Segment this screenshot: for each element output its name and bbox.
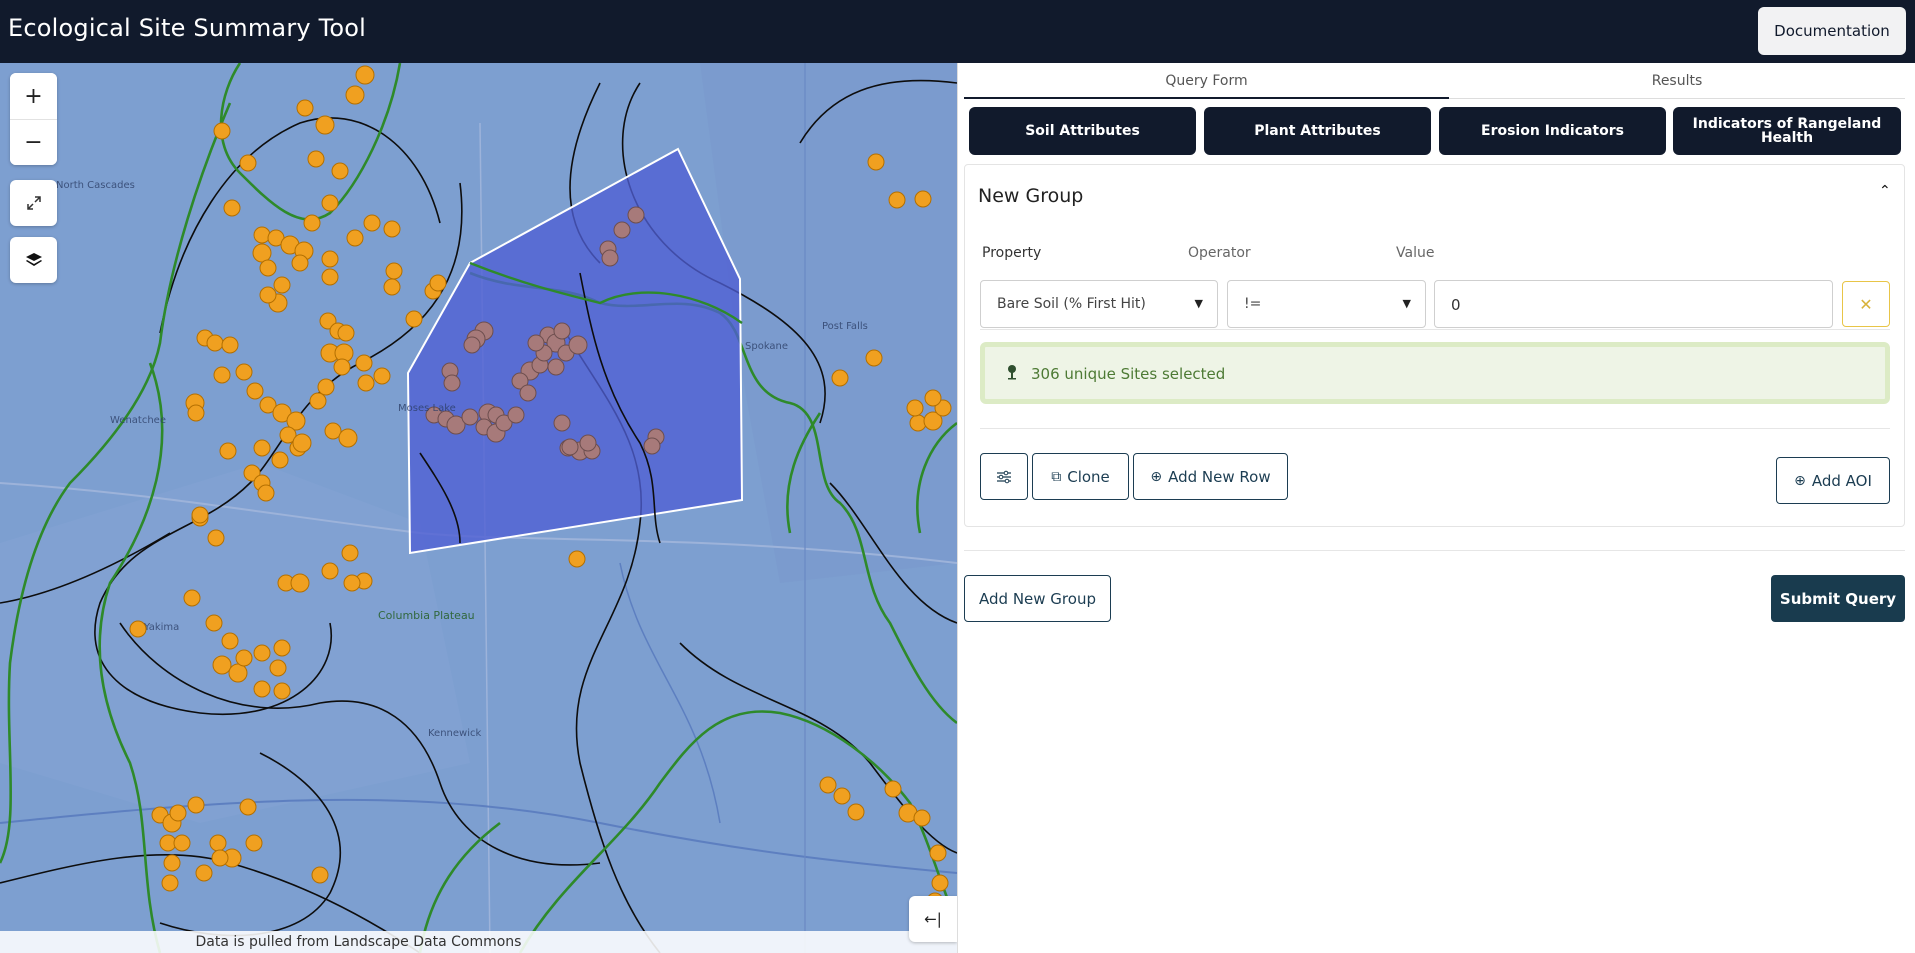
rangeland-health-button[interactable]: Indicators of Rangeland Health: [1673, 107, 1901, 155]
add-new-group-button[interactable]: Add New Group: [964, 575, 1111, 622]
soil-attributes-button[interactable]: Soil Attributes: [969, 107, 1196, 155]
plus-circle-icon: ⊕: [1794, 472, 1806, 489]
collapse-icon: ←|: [924, 910, 942, 928]
close-icon: ✕: [1859, 294, 1873, 314]
chevron-up-icon[interactable]: ⌃: [1879, 183, 1891, 199]
map-label-spokane: Spokane: [745, 341, 789, 352]
caret-down-icon: ▼: [1402, 297, 1411, 310]
app-title: Ecological Site Summary Tool: [8, 14, 367, 42]
remove-row-button[interactable]: ✕: [1842, 281, 1890, 327]
caret-down-icon: ▼: [1194, 297, 1203, 310]
value-input[interactable]: 0: [1434, 280, 1833, 328]
add-aoi-label: Add AOI: [1811, 471, 1872, 490]
property-label: Property: [982, 245, 1042, 261]
panel-tabs: Query Form Results: [964, 63, 1905, 99]
clone-label: Clone: [1067, 467, 1110, 486]
map-canvas[interactable]: [0, 63, 957, 953]
sliders-icon: [997, 470, 1011, 483]
value-input-text: 0: [1451, 296, 1461, 314]
value-label: Value: [1396, 245, 1435, 261]
plus-circle-icon: ⊕: [1150, 468, 1163, 485]
add-new-row-button[interactable]: ⊕ Add New Row: [1133, 453, 1288, 500]
header-bar: Ecological Site Summary Tool Documentati…: [0, 0, 1915, 63]
operator-select-value: !=: [1244, 296, 1262, 312]
collapse-panel-button[interactable]: ←|: [909, 896, 957, 942]
map-label-north-cascades: North Cascades: [56, 180, 135, 191]
map-label-yakima: Yakima: [144, 622, 180, 633]
map-label-columbia-plateau: Columbia Plateau: [378, 609, 475, 622]
expand-icon: [26, 196, 41, 210]
app-root: Ecological Site Summary Tool Documentati…: [0, 0, 1915, 953]
form-divider: [964, 550, 1905, 551]
map-attribution: Data is pulled from Landscape Data Commo…: [0, 931, 957, 953]
query-group-card: New Group ⌃ Property Operator Value Bare…: [964, 164, 1905, 527]
tab-query-form[interactable]: Query Form: [964, 63, 1449, 99]
query-panel: Query Form Results Soil Attributes Plant…: [957, 63, 1915, 953]
property-select-value: Bare Soil (% First Hit): [997, 296, 1146, 312]
map-label-post-falls: Post Falls: [822, 321, 868, 332]
documentation-button[interactable]: Documentation: [1758, 7, 1906, 55]
clone-button[interactable]: ⧉ Clone: [1032, 453, 1129, 500]
actions-divider: [980, 428, 1890, 429]
operator-select[interactable]: != ▼: [1227, 280, 1426, 328]
add-new-row-label: Add New Row: [1168, 467, 1271, 486]
map-label-kennewick: Kennewick: [428, 728, 482, 739]
add-new-group-label: Add New Group: [979, 589, 1096, 608]
operator-label: Operator: [1188, 245, 1251, 261]
selection-count-text: 306 unique Sites selected: [1031, 365, 1226, 383]
map-pin-icon: [1007, 364, 1017, 384]
map-label-wenatchee: Wenatchee: [110, 415, 166, 426]
map-view[interactable]: North Cascades Wenatchee Columbia Platea…: [0, 63, 957, 953]
zoom-in-button[interactable]: +: [10, 73, 57, 119]
zoom-control: + −: [10, 73, 57, 165]
submit-query-button[interactable]: Submit Query: [1771, 575, 1905, 622]
tab-results[interactable]: Results: [1449, 63, 1905, 99]
layers-button[interactable]: [10, 237, 57, 283]
property-select[interactable]: Bare Soil (% First Hit) ▼: [980, 280, 1218, 328]
selection-alert: 306 unique Sites selected: [980, 342, 1890, 404]
zoom-out-button[interactable]: −: [10, 119, 57, 165]
map-label-moses-lake: Moses Lake: [398, 403, 456, 414]
fullscreen-button[interactable]: [10, 180, 57, 226]
erosion-indicators-button[interactable]: Erosion Indicators: [1439, 107, 1666, 155]
layers-icon: [25, 253, 42, 266]
add-aoi-button[interactable]: ⊕ Add AOI: [1776, 457, 1890, 504]
group-title: New Group: [978, 185, 1084, 207]
plant-attributes-button[interactable]: Plant Attributes: [1204, 107, 1431, 155]
filter-settings-button[interactable]: [980, 453, 1028, 500]
copy-icon: ⧉: [1051, 468, 1062, 485]
row-divider: [980, 329, 1890, 330]
